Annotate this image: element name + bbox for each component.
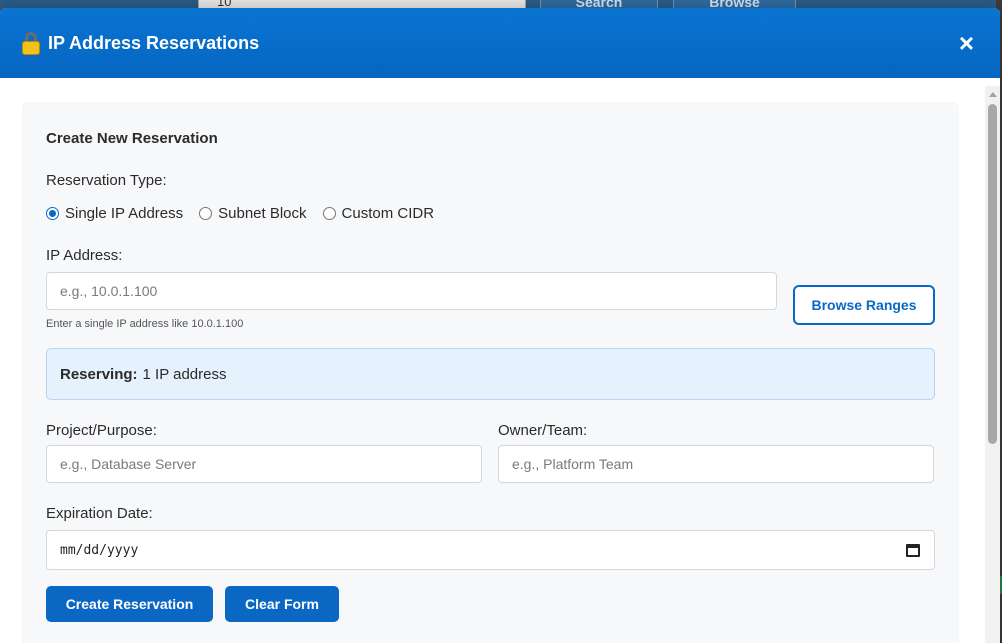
project-input[interactable]: e.g., Database Server — [46, 445, 482, 483]
ip-reservations-modal: IP Address Reservations × Create New Res… — [0, 8, 1000, 643]
form-heading: Create New Reservation — [46, 130, 218, 147]
scrollbar[interactable] — [985, 86, 1000, 643]
reserving-summary: Reserving: 1 IP address — [46, 348, 935, 400]
modal-header: IP Address Reservations × — [0, 8, 1000, 78]
close-icon[interactable]: × — [959, 30, 974, 56]
radio-label: Single IP Address — [65, 205, 184, 222]
reserving-label: Reserving: — [60, 365, 138, 383]
scroll-up-icon[interactable] — [989, 92, 997, 97]
radio-button[interactable] — [46, 207, 59, 220]
reservation-type-label: Reservation Type: — [46, 172, 167, 189]
clear-form-button[interactable]: Clear Form — [225, 586, 339, 622]
modal-title: IP Address Reservations — [48, 32, 260, 53]
browse-ranges-button[interactable]: Browse Ranges — [793, 285, 935, 325]
reservation-type-group: Single IP Address Subnet Block Custom CI… — [46, 205, 935, 222]
owner-input[interactable]: e.g., Platform Team — [498, 445, 934, 483]
radio-custom-cidr[interactable]: Custom CIDR — [322, 205, 435, 222]
project-owner-row: Project/Purpose: e.g., Database Server O… — [46, 422, 935, 483]
ip-address-hint: Enter a single IP address like 10.0.1.10… — [46, 318, 244, 330]
date-placeholder: mm/dd/yyyy — [60, 542, 139, 558]
radio-button[interactable] — [322, 207, 336, 220]
form-actions: Create Reservation Clear Form — [46, 586, 935, 622]
reservation-form-card: Create New Reservation Reservation Type:… — [22, 102, 959, 643]
expiration-date-input[interactable]: mm/dd/yyyy — [46, 530, 935, 570]
lock-icon — [22, 32, 40, 56]
ip-address-input[interactable]: e.g., 10.0.1.100 — [46, 272, 777, 310]
radio-button[interactable] — [199, 207, 213, 220]
scrollbar-thumb[interactable] — [988, 104, 997, 444]
radio-label: Custom CIDR — [341, 205, 435, 222]
calendar-icon[interactable] — [906, 544, 920, 557]
modal-body: Create New Reservation Reservation Type:… — [0, 78, 985, 643]
owner-label: Owner/Team: — [498, 422, 588, 439]
radio-single-ip[interactable]: Single IP Address — [46, 205, 183, 222]
reserving-value: 1 IP address — [142, 365, 227, 383]
radio-label: Subnet Block — [218, 205, 307, 222]
ip-address-label: IP Address: — [46, 247, 123, 264]
ip-address-row: IP Address: e.g., 10.0.1.100 Enter a sin… — [46, 247, 935, 330]
expiration-label: Expiration Date: — [46, 505, 153, 522]
project-label: Project/Purpose: — [46, 422, 157, 439]
radio-subnet-block[interactable]: Subnet Block — [199, 205, 307, 222]
create-reservation-button[interactable]: Create Reservation — [46, 586, 213, 622]
